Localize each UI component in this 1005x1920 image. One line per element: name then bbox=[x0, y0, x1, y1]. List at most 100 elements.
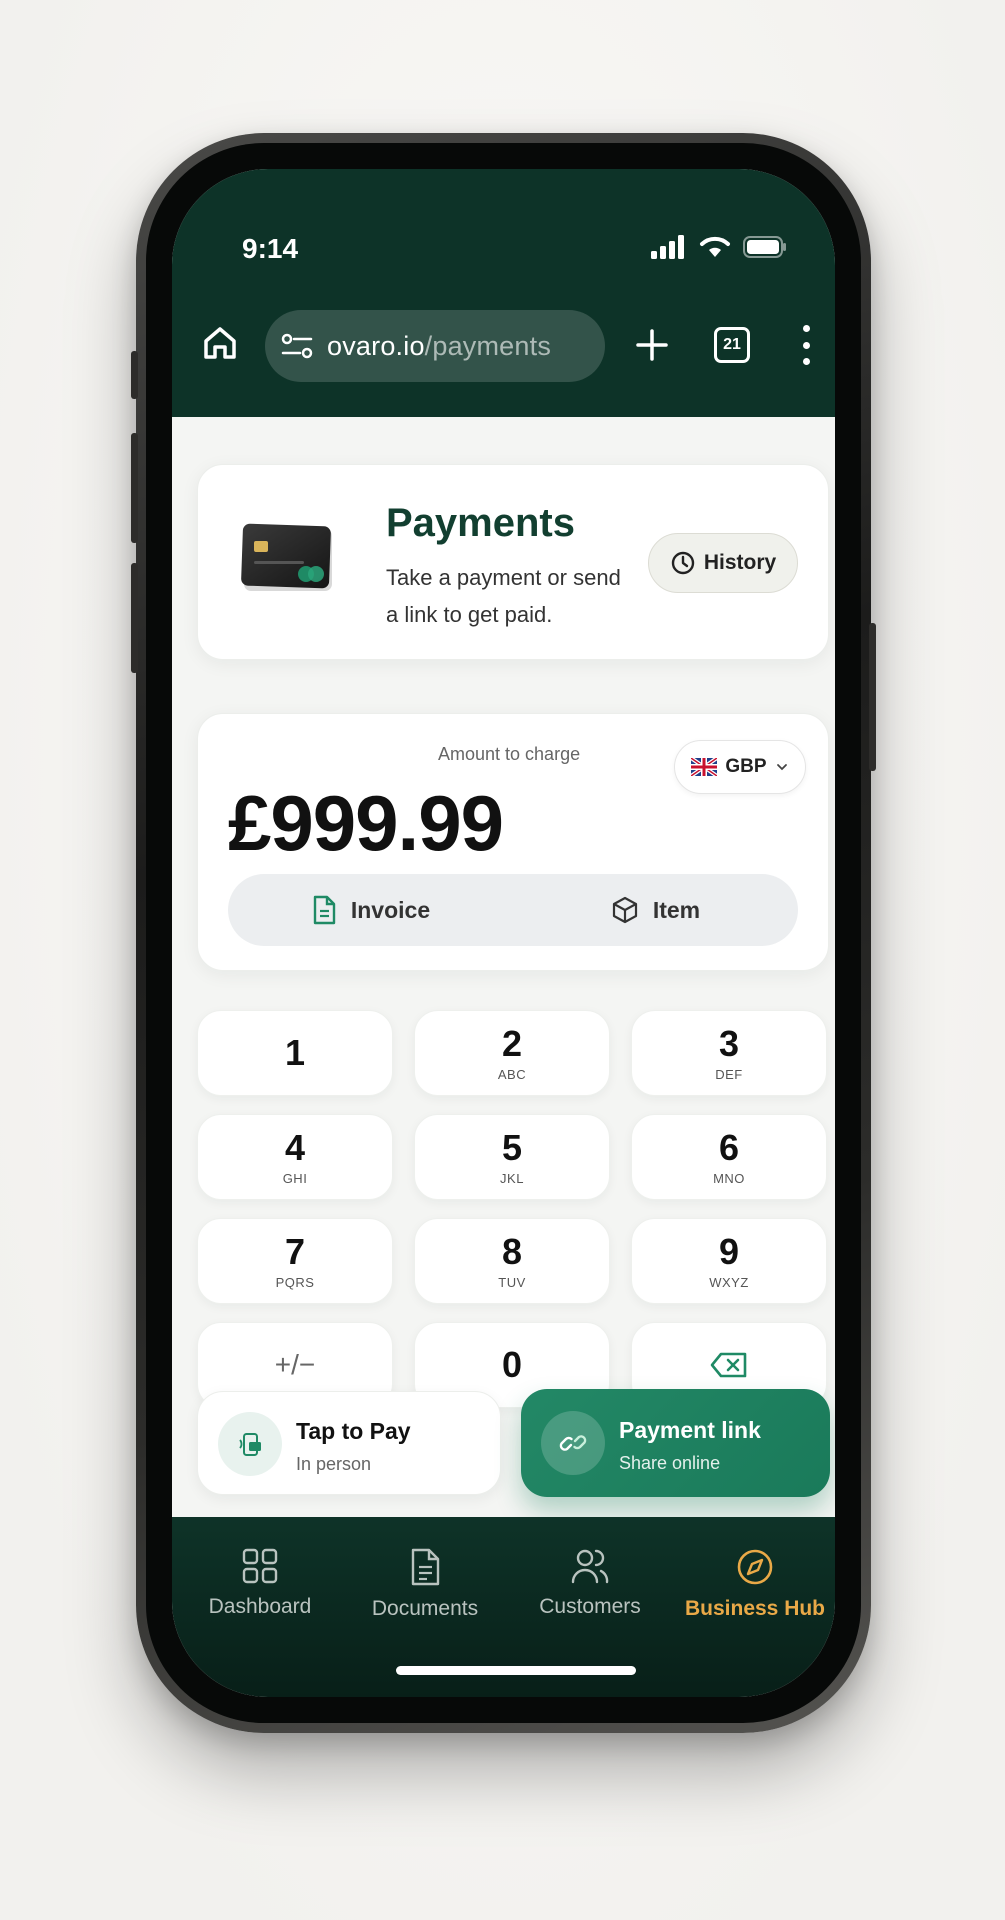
nav-dashboard[interactable]: Dashboard bbox=[185, 1547, 335, 1619]
home-indicator[interactable] bbox=[396, 1666, 636, 1675]
payment-link-button[interactable]: Payment link Share online bbox=[521, 1389, 830, 1497]
key-letters: ABC bbox=[497, 1066, 527, 1082]
address-bar[interactable]: ovaro.io/payments bbox=[265, 310, 605, 382]
power-button bbox=[869, 623, 876, 771]
url-host: ovaro.io bbox=[327, 330, 425, 361]
status-time: 9:14 bbox=[242, 233, 299, 264]
uk-flag-icon bbox=[691, 758, 718, 776]
nav-label: Customers bbox=[539, 1595, 641, 1618]
tap-to-pay-button[interactable]: Tap to Pay In person bbox=[197, 1391, 501, 1495]
invoice-option[interactable]: Invoice bbox=[228, 874, 513, 946]
nav-documents[interactable]: Documents bbox=[350, 1547, 500, 1621]
key-digit: 6 bbox=[718, 1126, 740, 1168]
phone-bezel: 9:14 ovaro.io/payments 21 Payments Take … bbox=[146, 143, 861, 1723]
invoice-label: Invoice bbox=[350, 896, 431, 923]
bottom-navigation: Dashboard Documents Customers Business H… bbox=[172, 1517, 835, 1697]
history-button[interactable]: History bbox=[648, 533, 798, 593]
payments-header-card: Payments Take a payment or send a link t… bbox=[197, 464, 829, 660]
wifi-icon bbox=[700, 236, 730, 257]
menu-dot bbox=[802, 358, 810, 365]
tap-to-pay-subtitle: In person bbox=[296, 1454, 372, 1474]
box-icon bbox=[612, 896, 637, 924]
key-letters: JKL bbox=[500, 1170, 524, 1186]
currency-selector[interactable]: GBP bbox=[674, 740, 806, 794]
history-label: History bbox=[703, 551, 777, 574]
key-6[interactable]: 6 MNO bbox=[631, 1114, 827, 1200]
charge-type-toggle: Invoice Item bbox=[228, 874, 798, 946]
key-digit: 3 bbox=[718, 1022, 740, 1064]
new-tab-button[interactable] bbox=[632, 325, 672, 365]
battery-icon bbox=[743, 236, 786, 258]
key-letters: GHI bbox=[282, 1170, 308, 1186]
browser-home-button[interactable] bbox=[198, 321, 242, 365]
tab-switcher-button[interactable]: 21 bbox=[714, 327, 750, 363]
currency-code: GBP bbox=[725, 756, 767, 777]
key-letters: DEF bbox=[715, 1066, 743, 1082]
item-label: Item bbox=[652, 896, 701, 923]
key-letters: PQRS bbox=[275, 1274, 315, 1290]
page-subtitle: Take a payment or send a link to get pai… bbox=[386, 565, 621, 627]
compass-icon bbox=[737, 1549, 773, 1585]
url-text: ovaro.io/payments bbox=[327, 331, 551, 362]
browser-top-bar: 9:14 ovaro.io/payments 21 bbox=[172, 169, 835, 417]
key-digit: 9 bbox=[718, 1230, 740, 1272]
amount-label: Amount to charge bbox=[438, 744, 581, 764]
menu-dot bbox=[802, 341, 810, 349]
key-digit: 0 bbox=[501, 1344, 523, 1385]
key-digit: +/− bbox=[274, 1349, 316, 1380]
key-1[interactable]: 1 bbox=[197, 1010, 393, 1096]
credit-card-illustration bbox=[241, 523, 332, 591]
volume-up-button bbox=[131, 433, 138, 543]
key-letters: TUV bbox=[498, 1274, 526, 1290]
key-letters: WXYZ bbox=[709, 1274, 749, 1290]
phone-frame: 9:14 ovaro.io/payments 21 Payments Take … bbox=[131, 133, 876, 1733]
signal-icon bbox=[651, 235, 684, 259]
url-path: /payments bbox=[424, 330, 552, 361]
amount-value: £999.99 bbox=[228, 779, 504, 867]
site-settings-icon bbox=[281, 333, 313, 359]
key-digit: 7 bbox=[284, 1230, 306, 1272]
status-icons bbox=[651, 235, 787, 259]
nav-label: Dashboard bbox=[208, 1595, 312, 1618]
page-title: Payments bbox=[386, 501, 575, 545]
key-digit: 4 bbox=[284, 1126, 306, 1168]
key-9[interactable]: 9 WXYZ bbox=[631, 1218, 827, 1304]
key-8[interactable]: 8 TUV bbox=[414, 1218, 610, 1304]
contactless-phone-icon bbox=[239, 1433, 261, 1456]
home-icon bbox=[204, 327, 236, 359]
menu-dot bbox=[802, 325, 810, 332]
payment-link-subtitle: Share online bbox=[619, 1453, 721, 1473]
grid-icon bbox=[242, 1548, 278, 1584]
key-digit: 5 bbox=[501, 1126, 523, 1168]
more-menu-button[interactable] bbox=[800, 325, 812, 365]
backspace-icon bbox=[710, 1352, 747, 1378]
key-7[interactable]: 7 PQRS bbox=[197, 1218, 393, 1304]
volume-down-button bbox=[131, 563, 138, 673]
tap-icon-badge bbox=[218, 1412, 282, 1476]
document-icon bbox=[313, 895, 336, 925]
item-option[interactable]: Item bbox=[513, 874, 798, 946]
link-icon bbox=[559, 1435, 587, 1451]
key-digit: 8 bbox=[501, 1230, 523, 1272]
phone-screen: 9:14 ovaro.io/payments 21 Payments Take … bbox=[172, 169, 835, 1697]
key-2[interactable]: 2 ABC bbox=[414, 1010, 610, 1096]
amount-card: Amount to charge GBP £999.99 Invoice Ite… bbox=[197, 713, 829, 971]
plus-icon bbox=[636, 329, 668, 361]
nav-label: Documents bbox=[371, 1597, 479, 1620]
clock-icon bbox=[671, 551, 695, 575]
users-icon bbox=[571, 1549, 609, 1584]
key-digit: 1 bbox=[284, 1032, 306, 1073]
action-button bbox=[131, 351, 138, 399]
key-3[interactable]: 3 DEF bbox=[631, 1010, 827, 1096]
nav-label: Business Hub bbox=[684, 1597, 826, 1620]
tap-to-pay-title: Tap to Pay bbox=[296, 1418, 411, 1444]
payment-link-title: Payment link bbox=[619, 1417, 761, 1443]
key-4[interactable]: 4 GHI bbox=[197, 1114, 393, 1200]
nav-business-hub[interactable]: Business Hub bbox=[680, 1547, 830, 1621]
key-digit: 2 bbox=[501, 1022, 523, 1064]
document-icon bbox=[411, 1548, 440, 1586]
chevron-down-icon bbox=[776, 764, 787, 771]
nav-customers[interactable]: Customers bbox=[515, 1547, 665, 1619]
key-letters: MNO bbox=[713, 1170, 745, 1186]
key-5[interactable]: 5 JKL bbox=[414, 1114, 610, 1200]
